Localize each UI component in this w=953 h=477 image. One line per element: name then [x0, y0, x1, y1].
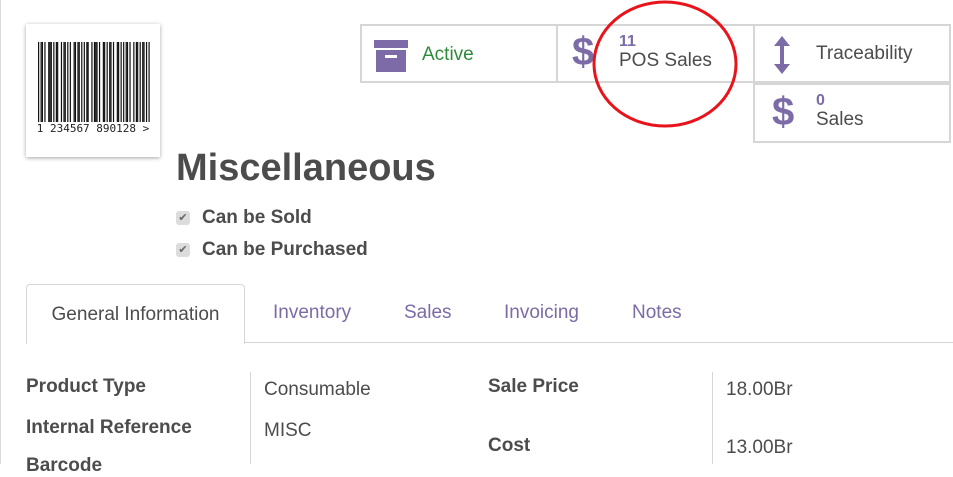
can-be-purchased-label: Can be Purchased [202, 239, 368, 260]
barcode-bar [48, 42, 50, 122]
pos-sales-button[interactable]: $ 11 POS Sales [556, 24, 755, 83]
barcode-bar [148, 42, 150, 122]
barcode-bar [95, 42, 97, 122]
internal-reference-label: Internal Reference [26, 417, 192, 438]
barcode-bar [49, 42, 51, 122]
product-name: Miscellaneous [176, 147, 436, 189]
vertical-arrows-icon [774, 36, 790, 74]
barcode-bar [133, 42, 135, 122]
barcode-bar [60, 42, 63, 122]
cost-label: Cost [488, 435, 531, 456]
barcode-bar [126, 42, 129, 122]
barcode-number: 1 234567 890128 > [37, 122, 150, 135]
field-separator [712, 372, 713, 464]
barcode-bar [81, 42, 83, 122]
product-type-label: Product Type [26, 376, 146, 397]
sale-price-label: Sale Price [488, 376, 579, 397]
barcode-bar [40, 42, 42, 122]
barcode-bar [73, 42, 75, 122]
barcode-bar [102, 42, 104, 122]
barcode-bar [50, 42, 52, 122]
barcode-bar [120, 42, 122, 122]
barcode-bar [83, 42, 85, 122]
barcode-bar [41, 42, 44, 122]
cost-value[interactable]: 13.00Br [726, 437, 793, 459]
barcode-bar [106, 42, 108, 122]
barcode-bar [135, 42, 137, 122]
traceability-button[interactable]: Traceability [753, 24, 951, 83]
tab-notes[interactable]: Notes [632, 302, 682, 324]
barcode-bar [112, 42, 115, 122]
barcode-bar [123, 42, 125, 122]
barcode-bar [109, 42, 111, 122]
barcode-bar [104, 42, 106, 122]
barcode-bar [145, 42, 148, 122]
sales-count: 0 [816, 92, 825, 109]
barcode-bar [64, 42, 66, 122]
barcode-bar [93, 42, 96, 122]
barcode-bar [96, 42, 98, 122]
sales-label: Sales [816, 108, 864, 130]
barcode-bar [74, 42, 77, 122]
barcode-bar [125, 42, 127, 122]
barcode-bar [118, 42, 120, 122]
barcode-bar [91, 42, 93, 122]
sales-button[interactable]: $ 0 Sales [753, 83, 951, 143]
barcode-bar [67, 42, 69, 122]
tab-sales[interactable]: Sales [404, 302, 452, 324]
active-button[interactable]: Active [360, 24, 558, 83]
barcode-bar [77, 42, 79, 122]
page-left-border [0, 0, 1, 464]
barcode-bar [55, 42, 57, 122]
dollar-icon: $ [572, 30, 595, 74]
barcode-bar [116, 42, 118, 122]
active-label: Active [422, 44, 474, 65]
product-image[interactable]: 1 234567 890128 > [26, 24, 160, 157]
pos-sales-count: 11 [619, 33, 636, 50]
tab-inventory[interactable]: Inventory [273, 302, 351, 324]
field-separator [250, 372, 251, 464]
barcode-bar [143, 42, 145, 122]
barcode-bar [87, 42, 89, 122]
barcode-bar [139, 42, 141, 122]
internal-reference-value[interactable]: MISC [264, 420, 312, 442]
pos-sales-label: POS Sales [619, 49, 712, 71]
barcode-bar [63, 42, 65, 122]
barcode-bar [142, 42, 144, 122]
can-be-purchased-row: ✔ Can be Purchased [176, 239, 368, 261]
barcode-graphic: 1 234567 890128 > [37, 42, 150, 135]
product-type-value[interactable]: Consumable [264, 379, 371, 401]
traceability-label: Traceability [816, 43, 913, 64]
can-be-purchased-checkbox[interactable]: ✔ [176, 243, 190, 257]
barcode-bar [53, 42, 55, 122]
sale-price-value[interactable]: 18.00Br [726, 379, 793, 401]
can-be-sold-label: Can be Sold [202, 207, 312, 228]
barcode-field-label: Barcode [26, 455, 103, 476]
tab-general-information[interactable]: General Information [26, 284, 245, 344]
barcode-bar [129, 42, 131, 122]
barcode-bar [110, 42, 112, 122]
barcode-bar [78, 42, 80, 122]
barcode-bar [57, 42, 59, 122]
barcode-bar [86, 42, 88, 122]
archive-icon [374, 40, 408, 72]
dollar-icon: $ [772, 90, 795, 134]
can-be-sold-row: ✔ Can be Sold [176, 207, 312, 229]
can-be-sold-checkbox[interactable]: ✔ [176, 211, 190, 225]
barcode-bar [69, 42, 71, 122]
barcode-bar [98, 42, 101, 122]
barcode-bar [44, 42, 46, 122]
barcode-bar [38, 42, 40, 122]
barcode-bar [137, 42, 139, 122]
tab-invoicing[interactable]: Invoicing [504, 302, 579, 324]
